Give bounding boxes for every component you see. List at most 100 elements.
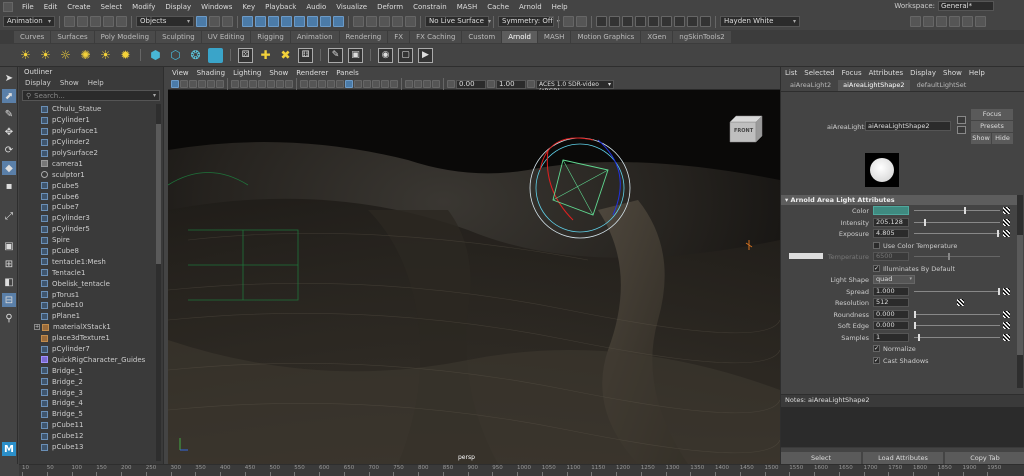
node-tab-aiarealightshape2[interactable]: aiAreaLightShape2 — [838, 80, 910, 91]
color-management-icon[interactable] — [527, 80, 535, 88]
outliner-item[interactable]: Bridge_2 — [19, 376, 156, 387]
resolution-gate-icon[interactable] — [249, 80, 257, 88]
new-scene-icon[interactable] — [64, 16, 75, 27]
flush-texture-cache-icon[interactable]: ⚄ — [238, 47, 253, 63]
tool-settings-icon[interactable] — [962, 16, 973, 27]
arnold-area-light-section[interactable]: Arnold Area Light Attributes — [781, 195, 1017, 205]
shelf-tab-motion-graphics[interactable]: Motion Graphics — [571, 31, 641, 43]
outliner-item[interactable]: Bridge_1 — [19, 365, 156, 376]
character-controls-icon[interactable] — [936, 16, 947, 27]
focus-button[interactable]: Focus — [971, 109, 1013, 120]
camera-attributes-icon[interactable] — [180, 80, 188, 88]
attr-menu-show[interactable]: Show — [943, 67, 962, 79]
flush-skydome-icon[interactable]: ⚅ — [298, 47, 313, 63]
menu-windows[interactable]: Windows — [196, 3, 237, 11]
slider-knob[interactable] — [963, 207, 966, 214]
outliner-item[interactable]: camera1 — [19, 158, 156, 169]
workspace-dropdown[interactable]: General* — [938, 1, 994, 11]
light-portal-icon[interactable]: ☀ — [98, 48, 113, 63]
intensity-map-button[interactable] — [1003, 218, 1010, 226]
search-help-icon[interactable] — [910, 16, 921, 27]
shelf-tab-poly-modeling[interactable]: Poly Modeling — [94, 31, 156, 43]
scrollbar-thumb[interactable] — [1017, 235, 1023, 355]
ipr-render-icon[interactable] — [609, 16, 620, 27]
shelf-tab-xgen[interactable]: XGen — [641, 31, 673, 43]
time-editor-icon[interactable] — [700, 16, 711, 27]
outliner-item[interactable]: Cthulu_Statue — [19, 104, 156, 115]
image-plane-icon[interactable] — [198, 80, 206, 88]
select-mode-dropdown[interactable]: Objects — [136, 16, 194, 27]
persp-outliner-layout-icon[interactable]: ◧ — [2, 275, 16, 289]
select-output-icon[interactable] — [957, 126, 966, 134]
snap-curve-icon[interactable] — [366, 16, 377, 27]
shadows-icon[interactable] — [354, 80, 362, 88]
last-tool-icon[interactable]: ▪ — [2, 179, 16, 193]
slider-knob[interactable] — [914, 310, 916, 318]
default-material-icon[interactable] — [318, 80, 326, 88]
field-chart-icon[interactable] — [267, 80, 275, 88]
select-camera-icon[interactable] — [171, 80, 179, 88]
outliner-item[interactable]: Tentacle1 — [19, 267, 156, 278]
textured-icon[interactable] — [336, 80, 344, 88]
shelf-tab-fx-caching[interactable]: FX Caching — [410, 31, 462, 43]
outliner-item[interactable]: pPlane1 — [19, 311, 156, 322]
exposure-icon[interactable] — [447, 80, 455, 88]
rotate-tool-icon[interactable]: ⟳ — [2, 143, 16, 157]
construction-history-icon[interactable] — [576, 16, 587, 27]
select-button[interactable]: Select — [781, 452, 861, 464]
multisample-aa-icon[interactable] — [381, 80, 389, 88]
samples-slider[interactable] — [914, 333, 1000, 341]
shelf-tab-animation[interactable]: Animation — [290, 31, 339, 43]
outliner-item[interactable]: pCube7 — [19, 202, 156, 213]
menu-deform[interactable]: Deform — [372, 3, 408, 11]
arnold-playback-icon[interactable]: ▶ — [418, 47, 433, 63]
use-color-temperature-checkbox[interactable] — [873, 241, 880, 249]
cast-shadows-checkbox[interactable]: ✓ — [873, 356, 880, 364]
attr-menu-selected[interactable]: Selected — [804, 67, 834, 79]
select-render-icon[interactable] — [320, 16, 331, 27]
node-tab-aiarealight2[interactable]: aiAreaLight2 — [785, 80, 836, 91]
tx-manager-icon[interactable]: ✎ — [328, 47, 343, 63]
slider-knob[interactable] — [924, 218, 927, 226]
make-live-icon[interactable] — [405, 16, 416, 27]
shelf-tab-curves[interactable]: Curves — [14, 31, 51, 43]
select-input-icon[interactable] — [957, 116, 966, 124]
outliner-item[interactable]: pCube12 — [19, 431, 156, 442]
outliner-item[interactable]: Bridge_5 — [19, 409, 156, 420]
menu-audio[interactable]: Audio — [301, 3, 331, 11]
menu-arnold[interactable]: Arnold — [514, 3, 547, 11]
render-settings-icon[interactable] — [622, 16, 633, 27]
exposure-field[interactable]: 4.805 — [873, 229, 909, 238]
menu-key[interactable]: Key — [237, 3, 260, 11]
spread-map-button[interactable] — [1003, 287, 1010, 295]
menu-help[interactable]: Help — [547, 3, 573, 11]
outliner-item[interactable]: pTorus1 — [19, 289, 156, 300]
flush-background-icon[interactable]: ✚ — [258, 48, 273, 63]
light-editor-icon[interactable] — [687, 16, 698, 27]
attr-menu-focus[interactable]: Focus — [842, 67, 862, 79]
shelf-tab-custom[interactable]: Custom — [462, 31, 502, 43]
slider-knob[interactable] — [918, 333, 921, 341]
film-gate-icon[interactable] — [240, 80, 248, 88]
outliner-scrollbar[interactable] — [156, 104, 161, 461]
color-swatch[interactable] — [873, 206, 909, 215]
samples-map-button[interactable] — [1003, 333, 1010, 341]
viewport-scene[interactable]: FRONT persp — [168, 90, 780, 464]
attribute-editor-toggle-icon[interactable] — [949, 16, 960, 27]
single-perspective-layout-icon[interactable]: ▣ — [2, 239, 16, 253]
resolution-field[interactable]: 512 — [873, 298, 909, 307]
shelf-tab-rigging[interactable]: Rigging — [251, 31, 290, 43]
xray-icon[interactable] — [414, 80, 422, 88]
view-transform-dropdown[interactable]: ACES 1.0 SDR-video (sRGB) ▾ — [536, 79, 614, 95]
presets-button[interactable]: Presets — [971, 121, 1013, 132]
object-mode-icon[interactable] — [209, 16, 220, 27]
outliner-item[interactable]: Obelisk_tentacle — [19, 278, 156, 289]
select-tool-icon[interactable]: ➤ — [2, 71, 16, 85]
scrollbar-thumb[interactable] — [156, 124, 161, 264]
outliner-menu-show[interactable]: Show — [60, 78, 79, 89]
gate-mask-icon[interactable] — [258, 80, 266, 88]
slider-knob[interactable] — [914, 322, 916, 329]
motion-blur-icon[interactable] — [372, 80, 380, 88]
outliner-item[interactable]: tentacle1:Mesh — [19, 256, 156, 267]
roundness-field[interactable]: 0.000 — [873, 309, 909, 319]
